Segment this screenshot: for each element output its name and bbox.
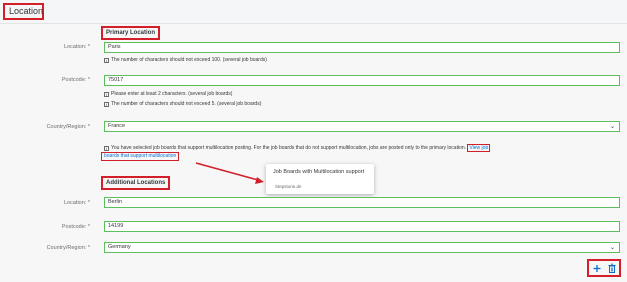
additional-country-label: Country/Region: *	[46, 245, 90, 251]
additional-country-select[interactable]: Germany ⌄	[104, 242, 620, 253]
popover-title: Job Boards with Multilocation support	[273, 169, 365, 175]
page: Location Primary Location Location: * Pa…	[0, 0, 627, 282]
view-job-boards-link-continued[interactable]: boards that support multilocation	[101, 152, 180, 161]
additional-country-select-value: Germany	[108, 244, 131, 250]
plus-icon	[593, 265, 601, 272]
section-header: Location	[0, 0, 627, 24]
location-hint: i The number of characters should not exc…	[104, 57, 267, 63]
postcode-hint-min: i Please enter at least 2 characters. (se…	[104, 91, 232, 97]
chevron-down-icon: ⌄	[609, 124, 615, 130]
section-title: Location	[3, 3, 44, 20]
postcode-label: Postcode: *	[61, 77, 90, 83]
country-label: Country/Region: *	[46, 124, 90, 130]
add-location-button[interactable]	[591, 263, 603, 274]
popover-item: Stepstone.de	[275, 184, 302, 189]
postcode-input[interactable]: 75017	[104, 75, 620, 86]
additional-location-label: Location: *	[64, 200, 90, 206]
multilocation-notice: i You have selected job boards that suppo…	[104, 144, 620, 152]
country-select-value: France	[108, 123, 126, 129]
row-actions	[587, 259, 621, 277]
chevron-down-icon: ⌄	[609, 245, 615, 251]
location-input[interactable]: Paris	[104, 42, 620, 53]
delete-location-button[interactable]	[606, 263, 618, 274]
additional-location-input[interactable]: Berlin	[104, 197, 620, 208]
location-label: Location: *	[64, 44, 90, 50]
info-icon: i	[104, 91, 109, 97]
view-job-boards-link[interactable]: View job	[467, 144, 491, 152]
info-icon: i	[104, 145, 109, 151]
notice-text: You have selected job boards that suppor…	[111, 145, 467, 151]
additional-postcode-input[interactable]: 14199	[104, 221, 620, 232]
multilocation-popover: Job Boards with Multilocation support St…	[266, 164, 374, 194]
primary-location-heading: Primary Location	[101, 26, 161, 40]
info-icon: i	[104, 101, 109, 107]
trash-icon	[608, 263, 616, 273]
info-icon: i	[104, 57, 109, 63]
additional-postcode-label: Postcode: *	[61, 224, 90, 230]
country-select[interactable]: France ⌄	[104, 121, 620, 132]
postcode-hint-max: i The number of characters should not exc…	[104, 101, 261, 107]
additional-locations-heading: Additional Locations	[101, 176, 171, 190]
